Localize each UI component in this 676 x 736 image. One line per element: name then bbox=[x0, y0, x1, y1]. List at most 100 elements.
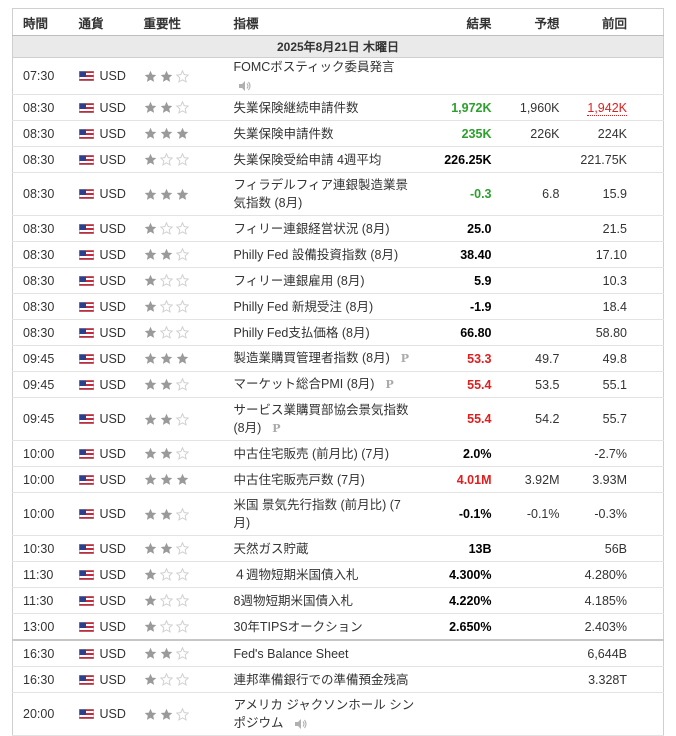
forecast-value bbox=[495, 692, 566, 736]
event-name-cell[interactable]: ４週物短期米国債入札 bbox=[233, 561, 424, 588]
table-row[interactable]: 13:00 USD 30年TIPSオークション 2.650% 2.403% bbox=[12, 613, 664, 641]
table-row[interactable]: 10:00 USD 中古住宅販売戸数 (7月) 4.01M 3.92M 3.93M bbox=[12, 466, 664, 493]
event-name[interactable]: ４週物短期米国債入札 bbox=[234, 568, 365, 582]
table-row[interactable]: 08:30 USD 失業保険申請件数 235K 226K 224K bbox=[12, 120, 664, 147]
star-filled-icon bbox=[144, 473, 156, 485]
currency-code: USD bbox=[99, 541, 126, 556]
event-name[interactable]: FOMCボスティック委員発言 bbox=[234, 60, 401, 74]
table-row[interactable]: 16:30 USD 連邦準備銀行での準備預金残高 3.328T bbox=[12, 666, 664, 693]
previous-value[interactable]: 1,942K bbox=[587, 100, 627, 116]
event-name[interactable]: Philly Fed 新規受注 (8月) bbox=[234, 300, 380, 314]
event-name-cell[interactable]: Philly Fed 新規受注 (8月) bbox=[233, 293, 424, 320]
event-name[interactable]: Philly Fed支払価格 (8月) bbox=[234, 326, 376, 340]
forecast-value: 226K bbox=[495, 120, 566, 147]
actual-value bbox=[423, 57, 496, 95]
event-name[interactable]: アメリカ ジャクソンホール シンポジウム bbox=[234, 698, 415, 730]
speaker-icon[interactable] bbox=[294, 718, 308, 730]
event-name[interactable]: フィリー連銀雇用 (8月) bbox=[234, 274, 371, 288]
event-name[interactable]: Fed's Balance Sheet bbox=[234, 647, 355, 661]
event-name-cell[interactable]: Philly Fed支払価格 (8月) bbox=[233, 319, 424, 346]
event-name-cell[interactable]: FOMCボスティック委員発言 bbox=[233, 57, 424, 95]
table-row[interactable]: 10:30 USD 天然ガス貯蔵 13B 56B bbox=[12, 535, 664, 562]
importance-stars bbox=[144, 352, 234, 365]
currency-cell: USD bbox=[78, 466, 144, 493]
event-name-cell[interactable]: 天然ガス貯蔵 bbox=[233, 535, 424, 562]
table-row[interactable]: 09:45 USD サービス業購買部協会景気指数 (8月) P 55.4 54.2 55.7 bbox=[12, 397, 664, 441]
event-name[interactable]: 30年TIPSオークション bbox=[234, 620, 369, 634]
header-previous[interactable]: 前回 bbox=[565, 8, 664, 36]
currency-code: USD bbox=[99, 446, 126, 461]
event-name-cell[interactable]: Philly Fed 設備投資指数 (8月) bbox=[233, 241, 424, 268]
table-row[interactable]: 11:30 USD ４週物短期米国債入札 4.300% 4.280% bbox=[12, 561, 664, 588]
table-row[interactable]: 08:30 USD Philly Fed 新規受注 (8月) -1.9 18.4 bbox=[12, 293, 664, 320]
event-name[interactable]: フィリー連銀経営状況 (8月) bbox=[234, 222, 396, 236]
speaker-icon[interactable] bbox=[238, 80, 252, 92]
event-name-cell[interactable]: フィリー連銀雇用 (8月) bbox=[233, 267, 424, 294]
table-row[interactable]: 08:30 USD 失業保険継続申請件数 1,972K 1,960K 1,942K bbox=[12, 94, 664, 121]
event-name[interactable]: 製造業購買管理者指数 (8月) bbox=[234, 351, 396, 365]
event-name[interactable]: 天然ガス貯蔵 bbox=[234, 542, 315, 556]
table-row[interactable]: 16:30 USD Fed's Balance Sheet 6,644B bbox=[12, 639, 664, 667]
table-row[interactable]: 08:30 USD フィリー連銀経営状況 (8月) 25.0 21.5 bbox=[12, 215, 664, 242]
table-row[interactable]: 09:45 USD 製造業購買管理者指数 (8月) P 53.3 49.7 49.8 bbox=[12, 345, 664, 372]
event-name-cell[interactable]: 失業保険継続申請件数 bbox=[233, 94, 424, 121]
previous-cell: 10.3 bbox=[565, 267, 664, 294]
actual-value: 4.300% bbox=[423, 561, 496, 588]
header-currency[interactable]: 通貨 bbox=[78, 8, 144, 36]
event-name-cell[interactable]: 製造業購買管理者指数 (8月) P bbox=[233, 345, 424, 372]
event-name-cell[interactable]: 30年TIPSオークション bbox=[233, 613, 424, 641]
event-name-cell[interactable]: サービス業購買部協会景気指数 (8月) P bbox=[233, 397, 424, 441]
table-row[interactable]: 10:00 USD 米国 景気先行指数 (前月比) (7月) -0.1% -0.1% -0… bbox=[12, 492, 664, 536]
event-name[interactable]: 連邦準備銀行での準備預金残高 bbox=[234, 673, 415, 687]
event-name-cell[interactable]: 8週物短期米国債入札 bbox=[233, 587, 424, 614]
actual-value: -0.3 bbox=[423, 172, 496, 216]
preliminary-icon[interactable]: P bbox=[401, 352, 409, 365]
event-name[interactable]: 失業保険受給申請 4週平均 bbox=[234, 153, 388, 167]
event-name-cell[interactable]: 中古住宅販売 (前月比) (7月) bbox=[233, 440, 424, 467]
table-row[interactable]: 07:30 USD FOMCボスティック委員発言 bbox=[12, 57, 664, 95]
header-forecast[interactable]: 予想 bbox=[495, 8, 566, 36]
table-row[interactable]: 10:00 USD 中古住宅販売 (前月比) (7月) 2.0% -2.7% bbox=[12, 440, 664, 467]
event-name-cell[interactable]: 失業保険受給申請 4週平均 bbox=[233, 146, 424, 173]
table-row[interactable]: 08:30 USD 失業保険受給申請 4週平均 226.25K 221.75K bbox=[12, 146, 664, 173]
table-row[interactable]: 09:45 USD マーケット総合PMI (8月) P 55.4 53.5 55.1 bbox=[12, 371, 664, 398]
previous-value: 4.280% bbox=[584, 567, 627, 582]
event-name[interactable]: 8週物短期米国債入札 bbox=[234, 594, 359, 608]
preliminary-icon[interactable]: P bbox=[272, 422, 280, 435]
event-name[interactable]: フィラデルフィア連銀製造業景気指数 (8月) bbox=[234, 178, 409, 210]
previous-value: -0.3% bbox=[594, 507, 627, 521]
event-name[interactable]: 失業保険申請件数 bbox=[234, 127, 340, 141]
event-name-cell[interactable]: 中古住宅販売戸数 (7月) bbox=[233, 466, 424, 493]
table-row[interactable]: 20:00 USD アメリカ ジャクソンホール シンポジウム bbox=[12, 692, 664, 736]
table-row[interactable]: 08:30 USD Philly Fed 設備投資指数 (8月) 38.40 17.10 bbox=[12, 241, 664, 268]
previous-value: 221.75K bbox=[580, 152, 627, 167]
header-actual[interactable]: 結果 bbox=[423, 8, 496, 36]
importance-stars bbox=[144, 412, 234, 426]
header-importance[interactable]: 重要性 bbox=[143, 8, 234, 36]
event-name-cell[interactable]: Fed's Balance Sheet bbox=[233, 639, 424, 667]
event-name[interactable]: 米国 景気先行指数 (前月比) (7月) bbox=[234, 498, 401, 530]
event-name[interactable]: マーケット総合PMI (8月) bbox=[234, 377, 381, 391]
header-time[interactable]: 時間 bbox=[12, 8, 79, 36]
table-row[interactable]: 11:30 USD 8週物短期米国債入札 4.220% 4.185% bbox=[12, 587, 664, 614]
event-name-cell[interactable]: マーケット総合PMI (8月) P bbox=[233, 371, 424, 398]
star-empty-icon bbox=[175, 620, 189, 633]
event-name-cell[interactable]: 失業保険申請件数 bbox=[233, 120, 424, 147]
table-row[interactable]: 08:30 USD Philly Fed支払価格 (8月) 66.80 58.80 bbox=[12, 319, 664, 346]
star-empty-icon bbox=[175, 507, 189, 521]
header-event[interactable]: 指標 bbox=[233, 8, 424, 36]
event-name[interactable]: サービス業購買部協会景気指数 (8月) bbox=[234, 403, 409, 435]
event-name-cell[interactable]: アメリカ ジャクソンホール シンポジウム bbox=[233, 692, 424, 736]
event-name-cell[interactable]: 連邦準備銀行での準備預金残高 bbox=[233, 666, 424, 693]
event-name[interactable]: Philly Fed 設備投資指数 (8月) bbox=[234, 248, 405, 262]
event-name[interactable]: 中古住宅販売 (前月比) (7月) bbox=[234, 447, 396, 461]
event-name[interactable]: 中古住宅販売戸数 (7月) bbox=[234, 473, 371, 487]
event-name-cell[interactable]: フィラデルフィア連銀製造業景気指数 (8月) bbox=[233, 172, 424, 216]
table-row[interactable]: 08:30 USD フィリー連銀雇用 (8月) 5.9 10.3 bbox=[12, 267, 664, 294]
event-name-cell[interactable]: フィリー連銀経営状況 (8月) bbox=[233, 215, 424, 242]
event-name[interactable]: 失業保険継続申請件数 bbox=[234, 101, 365, 115]
event-name-cell[interactable]: 米国 景気先行指数 (前月比) (7月) bbox=[233, 492, 424, 536]
star-filled-icon bbox=[160, 542, 172, 554]
preliminary-icon[interactable]: P bbox=[385, 378, 393, 391]
table-row[interactable]: 08:30 USD フィラデルフィア連銀製造業景気指数 (8月) -0.3 6.8 15.… bbox=[12, 172, 664, 216]
